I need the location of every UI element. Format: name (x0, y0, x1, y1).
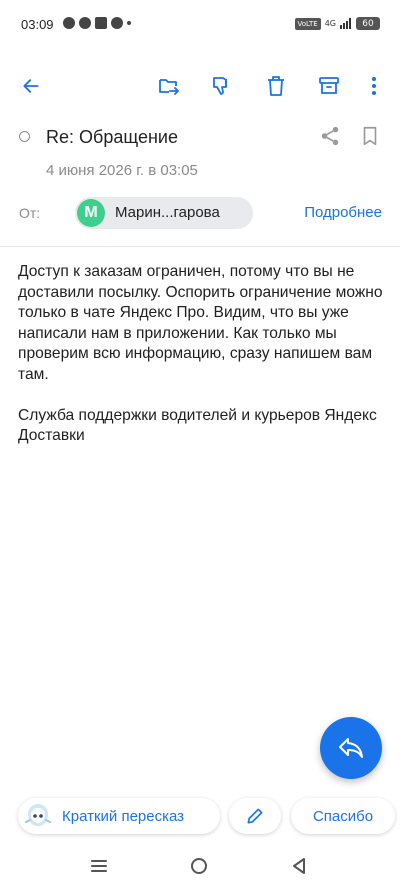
recents-button[interactable] (89, 856, 111, 878)
people-icon (111, 17, 123, 29)
notification-icon (63, 17, 75, 29)
thumb-down-icon (213, 77, 227, 95)
thanks-reply-button[interactable]: Спасибо (291, 798, 395, 834)
bookmark-button[interactable] (360, 125, 384, 149)
notification-icons (63, 17, 131, 29)
signal-icon (340, 18, 351, 29)
share-icon (321, 126, 339, 146)
message-subject: Re: Обращение (46, 127, 178, 147)
battery-icon: 60 (356, 17, 380, 30)
body-signature: Служба поддержки водителей и курьеров Ян… (18, 406, 377, 445)
details-link[interactable]: Подробнее (304, 204, 382, 221)
from-label: От: (19, 205, 41, 221)
move-to-folder-button[interactable] (155, 72, 183, 100)
more-vert-icon (372, 77, 376, 95)
message-date: 4 июня 2026 г. в 03:05 (46, 162, 198, 179)
share-button[interactable] (319, 125, 343, 149)
message-body: Доступ к заказам ограничен, потому что в… (18, 262, 388, 467)
move-to-folder-icon (159, 79, 179, 95)
bookmark-icon (363, 126, 377, 146)
archive-button[interactable] (315, 72, 343, 100)
archive-icon (319, 77, 339, 94)
message-toolbar (0, 62, 400, 110)
sender-name: Марин...гарова (115, 204, 220, 221)
divider (0, 246, 400, 247)
summary-button[interactable]: Краткий пересказ (18, 798, 220, 834)
facebook-icon (79, 17, 91, 29)
thanks-label: Спасибо (312, 807, 374, 825)
trash-icon (268, 76, 284, 96)
from-row: От: М Марин...гарова Подробнее (0, 196, 400, 230)
system-back-button[interactable] (289, 856, 311, 878)
subject-row: Re: Обращение (0, 122, 400, 154)
more-notifications-icon (127, 21, 131, 25)
status-indicators: VoLTE 4G 60 (294, 17, 380, 30)
reply-icon (339, 738, 363, 758)
app-icon (95, 17, 107, 29)
summary-label: Краткий пересказ (62, 807, 185, 825)
ai-assistant-icon (25, 804, 51, 826)
arrow-left-icon (23, 79, 39, 93)
delete-button[interactable] (262, 72, 290, 100)
home-button[interactable] (189, 856, 211, 878)
sender-chip[interactable]: М Марин...гарова (75, 197, 253, 229)
volte-badge: VoLTE (294, 17, 321, 30)
system-nav-bar (0, 846, 400, 889)
status-time: 03:09 (21, 17, 54, 32)
network-type: 4G (324, 19, 336, 28)
pencil-icon (247, 808, 263, 824)
status-bar: 03:09 VoLTE 4G 60 (0, 0, 400, 52)
not-interesting-button[interactable] (208, 72, 236, 100)
triangle-back-icon (293, 858, 305, 874)
reply-button[interactable] (320, 717, 382, 779)
body-paragraph: Доступ к заказам ограничен, потому что в… (18, 263, 383, 383)
menu-icon (91, 860, 107, 872)
compose-button[interactable] (229, 798, 281, 834)
more-button[interactable] (360, 72, 388, 100)
avatar: М (77, 199, 105, 227)
quick-actions: Краткий пересказ Спасибо (0, 794, 400, 840)
home-circle-icon (191, 858, 207, 874)
back-button[interactable] (17, 72, 45, 100)
read-status-toggle[interactable] (19, 131, 30, 142)
